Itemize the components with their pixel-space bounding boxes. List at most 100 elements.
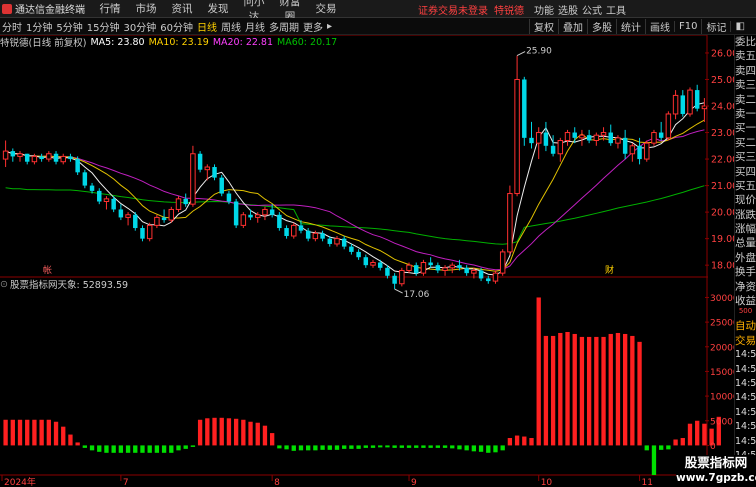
low-price-label: 17.06 bbox=[404, 290, 430, 300]
time-tick-label: 8 bbox=[274, 478, 280, 487]
indicator-bar bbox=[572, 333, 577, 446]
tool-mark[interactable]: 标记 bbox=[701, 19, 730, 34]
indicator-bar bbox=[666, 445, 671, 450]
main-chart-legend: 特锐德(日线 前复权) MA5: 23.80 MA10: 23.19 MA20:… bbox=[0, 35, 341, 50]
candle-body bbox=[284, 228, 289, 236]
time-tick-label: 9 bbox=[411, 478, 417, 487]
watermark-url: www.7gpzb.com bbox=[676, 472, 756, 484]
chart-area[interactable]: 26.00 25.00 24.00 23.00 22.00 21.00 20.00 19.00… bbox=[0, 35, 734, 487]
tool-draw[interactable]: 画线 bbox=[645, 19, 674, 34]
event-marker: 帐 bbox=[43, 264, 52, 276]
candle-body bbox=[363, 257, 369, 266]
indicator-bar bbox=[327, 445, 332, 450]
side-label: 卖五 bbox=[735, 50, 756, 63]
indicator-tick-label: 10000 bbox=[710, 393, 734, 403]
candle-body bbox=[658, 132, 664, 138]
app-logo: 通达信金融终端 bbox=[0, 0, 96, 18]
period-30min[interactable]: 30分钟 bbox=[121, 19, 158, 34]
indicator-bar bbox=[464, 445, 469, 451]
menu-item-formula[interactable]: 公式 bbox=[581, 2, 603, 17]
period-1min[interactable]: 1分钟 bbox=[24, 19, 54, 34]
more-dropdown-icon[interactable]: ▸ bbox=[325, 21, 334, 32]
login-warning[interactable]: 证券交易未登录 bbox=[418, 2, 488, 17]
side-label: 卖三 bbox=[735, 79, 756, 92]
candle-body bbox=[60, 155, 66, 163]
indicator-bar bbox=[702, 423, 707, 446]
panel-toggle-icon[interactable]: ◧ bbox=[730, 21, 748, 32]
candle-body bbox=[175, 198, 182, 210]
indicator-bar bbox=[385, 445, 390, 448]
tool-adjust[interactable]: 复权 bbox=[529, 19, 558, 34]
tool-multi-stock[interactable]: 多股 bbox=[587, 19, 616, 34]
menu-item-function[interactable]: 功能 bbox=[533, 2, 555, 17]
indicator-bar bbox=[169, 445, 174, 453]
ma20-line bbox=[5, 129, 705, 271]
menu-item-quotes[interactable]: 行情 bbox=[96, 1, 124, 16]
candle-body bbox=[564, 132, 571, 141]
indicator-bar bbox=[320, 445, 325, 450]
indicator-bar bbox=[306, 445, 311, 451]
candle-body bbox=[442, 267, 448, 271]
period-5min[interactable]: 5分钟 bbox=[54, 19, 84, 34]
tool-f10[interactable]: F10 bbox=[674, 21, 701, 32]
menu-item-market[interactable]: 市场 bbox=[132, 1, 160, 16]
menu-item-tools[interactable]: 工具 bbox=[605, 2, 627, 17]
side-label: 总量 bbox=[735, 237, 756, 250]
candle-body bbox=[212, 167, 217, 178]
indicator-settings-icon[interactable]: ⊙ bbox=[0, 279, 8, 290]
indicator-bar bbox=[104, 445, 109, 453]
menu-item-trade[interactable]: 交易 bbox=[312, 1, 340, 16]
period-weekly[interactable]: 周线 bbox=[219, 19, 243, 34]
indicator-bar bbox=[25, 419, 30, 446]
candle-body bbox=[111, 198, 116, 210]
candle-body bbox=[75, 159, 80, 173]
candle-body bbox=[464, 267, 469, 274]
candle-body bbox=[140, 228, 145, 239]
period-monthly[interactable]: 月线 bbox=[243, 19, 267, 34]
price-tick-label: 18.00 bbox=[711, 261, 734, 272]
candle-body bbox=[118, 209, 124, 218]
tool-statistics[interactable]: 统计 bbox=[616, 19, 645, 34]
candle-body bbox=[399, 269, 405, 285]
candle-body bbox=[262, 208, 268, 216]
tool-overlay[interactable]: 叠加 bbox=[558, 19, 587, 34]
side-label: 买五 bbox=[735, 179, 756, 192]
period-multi[interactable]: 多周期 bbox=[267, 19, 301, 34]
candle-body bbox=[204, 166, 211, 171]
candle-body bbox=[457, 265, 462, 268]
candle-body bbox=[356, 251, 361, 258]
indicator-bar bbox=[687, 423, 693, 446]
menu-item-stock-select[interactable]: 选股 bbox=[557, 2, 579, 17]
period-15min[interactable]: 15分钟 bbox=[85, 19, 122, 34]
indicator-bar bbox=[233, 418, 239, 446]
indicator-bar bbox=[241, 419, 246, 446]
ma60-value: MA60: 20.17 bbox=[277, 36, 338, 48]
candle-body bbox=[615, 137, 621, 144]
period-intraday[interactable]: 分时 bbox=[0, 19, 24, 34]
period-more[interactable]: 更多 bbox=[301, 19, 325, 34]
menu-item-news[interactable]: 资讯 bbox=[168, 1, 196, 16]
app-name: 通达信金融终端 bbox=[15, 5, 85, 16]
price-tick-label: 20.00 bbox=[711, 208, 734, 219]
candle-body bbox=[414, 265, 419, 274]
candle-body bbox=[687, 89, 693, 115]
candle-body bbox=[39, 156, 44, 160]
indicator-bar bbox=[406, 445, 412, 448]
indicator-bar bbox=[118, 445, 124, 453]
indicator-bar bbox=[543, 335, 549, 446]
indicator-bar bbox=[255, 422, 260, 446]
indicator-bar bbox=[140, 445, 145, 453]
indicator-bar bbox=[161, 445, 167, 453]
period-60min[interactable]: 60分钟 bbox=[158, 19, 195, 34]
indicator-bar bbox=[262, 425, 268, 446]
time-tick-label: 10 bbox=[541, 478, 553, 487]
candle-body bbox=[168, 208, 175, 221]
indicator-bar bbox=[39, 419, 44, 446]
menu-item-discover[interactable]: 发现 bbox=[204, 1, 232, 16]
side-label: 卖一 bbox=[735, 107, 756, 120]
candle-body bbox=[644, 142, 650, 160]
indicator-bar bbox=[659, 445, 664, 450]
indicator-bar bbox=[291, 445, 296, 451]
quote-side-panel: 委比 卖五 卖四 卖三 卖二 卖一 买一 买二 买三 买四 买五 现价 涨跌 涨幅 总量 外盘 换手 净资 收益 5… bbox=[734, 35, 756, 487]
period-daily[interactable]: 日线 bbox=[195, 19, 219, 34]
